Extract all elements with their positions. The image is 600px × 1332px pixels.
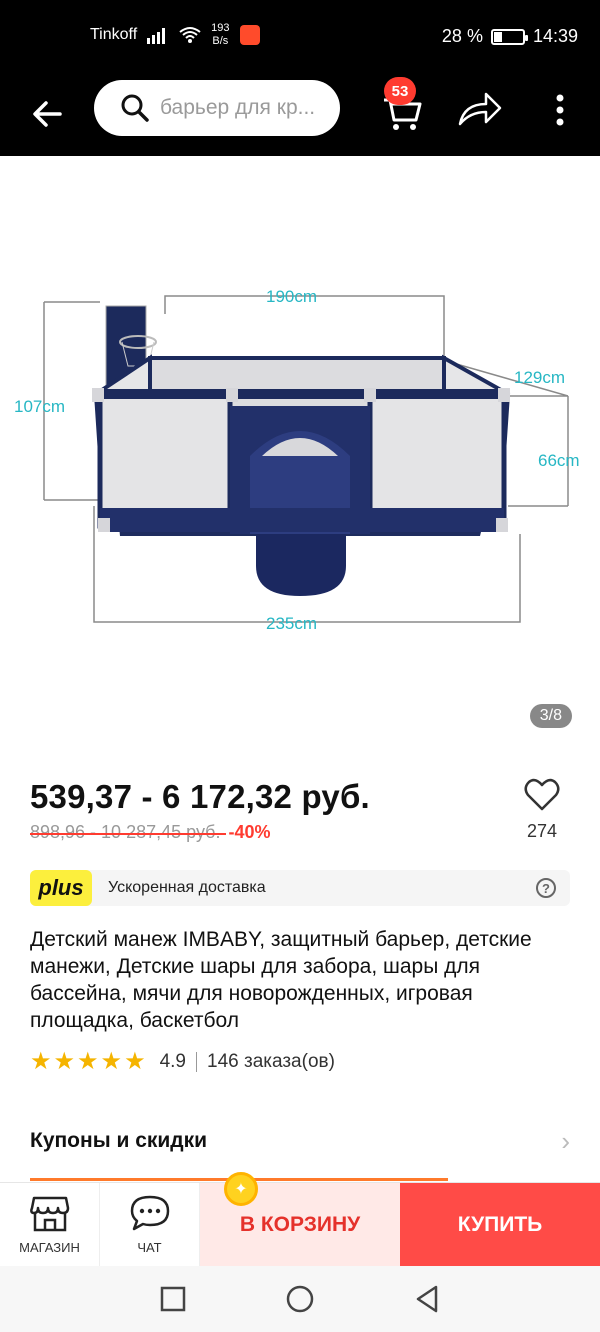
battery-percent: 28 % — [441, 26, 483, 46]
search-bar[interactable]: барьер для кр... — [94, 80, 340, 136]
dimension-height-left: 107cm — [14, 397, 65, 416]
home-icon[interactable] — [286, 1285, 314, 1313]
dimension-width-bottom: 235cm — [266, 614, 317, 633]
battery-fill — [493, 31, 503, 42]
share-icon[interactable] — [458, 90, 502, 128]
chat-icon — [130, 1195, 169, 1231]
coupons-row[interactable]: Купоны и скидки › — [30, 1126, 570, 1156]
coupons-label: Купоны и скидки — [30, 1129, 208, 1152]
battery-icon — [490, 28, 528, 45]
wifi-icon — [179, 27, 201, 43]
chat-button[interactable]: ЧАТ — [100, 1183, 200, 1267]
star-icon: ★ — [124, 1048, 146, 1075]
clock: 14:39 — [532, 26, 578, 46]
star-icon: ★ — [30, 1048, 52, 1075]
help-icon[interactable]: ? — [536, 878, 556, 898]
aliexpress-notification-icon — [239, 25, 260, 45]
cart-count-badge: 53 — [384, 77, 416, 105]
chat-label: ЧАТ — [137, 1240, 162, 1255]
store-icon — [29, 1196, 69, 1232]
chevron-right-icon: › — [561, 1125, 570, 1156]
dimension-depth: 129cm — [514, 368, 565, 387]
heart-icon — [524, 778, 560, 811]
search-icon — [121, 94, 149, 122]
product-gallery[interactable]: 190cm 107cm 129cm 66cm 235cm 3/8 — [0, 156, 600, 744]
back-nav-icon[interactable] — [414, 1285, 440, 1313]
star-icon: ★ — [53, 1048, 76, 1075]
coin-icon: ✦ — [224, 1172, 258, 1206]
system-nav-bar — [0, 1266, 600, 1332]
app-bar: барьер для кр... 53 — [0, 77, 600, 156]
discount-badge: -40% — [228, 822, 271, 842]
product-image: 190cm 107cm 129cm 66cm 235cm — [14, 287, 580, 633]
dimension-width-top: 190cm — [266, 287, 317, 306]
orders-count: 146 заказа(ов) — [207, 1051, 335, 1072]
rating-divider — [196, 1052, 197, 1072]
store-button[interactable]: МАГАЗИН — [0, 1183, 100, 1267]
status-left: Tinkoff 193 B/s — [90, 22, 260, 48]
star-icon: ★ — [77, 1048, 99, 1075]
price: 539,37 - 6 172,32 руб. — [30, 778, 370, 815]
rating-stars: ★ ★ ★ ★ ★ — [30, 1050, 146, 1074]
plus-delivery-text: Ускоренная доставка — [108, 879, 266, 896]
old-price: 898,96 - 10 287,45 руб. — [30, 822, 227, 842]
dimension-height-right: 66cm — [538, 451, 580, 470]
playpen — [92, 354, 511, 596]
plus-delivery-bar[interactable]: plus Ускоренная доставка ? — [30, 870, 570, 906]
back-arrow-icon[interactable] — [28, 94, 68, 134]
image-counter: 3/8 — [529, 704, 572, 728]
bottom-action-bar: МАГАЗИН ЧАТ В КОРЗИНУ КУПИТЬ — [0, 1182, 600, 1267]
net-speed-value: 193 — [211, 22, 230, 34]
net-speed: 193 B/s — [211, 22, 229, 48]
product-title: Детский манеж IMBABY, защитный барьер, д… — [30, 928, 532, 1032]
signal-icon — [147, 28, 166, 44]
rating-row[interactable]: ★ ★ ★ ★ ★ 4.9 146 заказа(ов) — [30, 1050, 335, 1074]
net-speed-unit: B/s — [212, 35, 229, 47]
carrier-name: Tinkoff — [90, 26, 138, 43]
store-label: МАГАЗИН — [19, 1240, 80, 1255]
old-price-row: 898,96 - 10 287,45 руб. -40% — [30, 822, 270, 843]
recent-apps-icon[interactable] — [160, 1286, 186, 1312]
search-placeholder: барьер для кр... — [160, 96, 316, 119]
more-options-icon[interactable] — [548, 92, 572, 128]
star-icon: ★ — [100, 1048, 123, 1075]
status-bar: Tinkoff 193 B/s 28 % 14:39 — [0, 0, 600, 78]
rating-value: 4.9 — [159, 1051, 186, 1072]
plus-logo: plus — [30, 870, 92, 906]
buy-now-button[interactable]: КУПИТЬ — [400, 1183, 600, 1267]
favorite-button[interactable]: 274 — [520, 778, 564, 842]
favorites-count: 274 — [526, 821, 558, 841]
status-right: 28 % 14:39 — [442, 26, 578, 47]
